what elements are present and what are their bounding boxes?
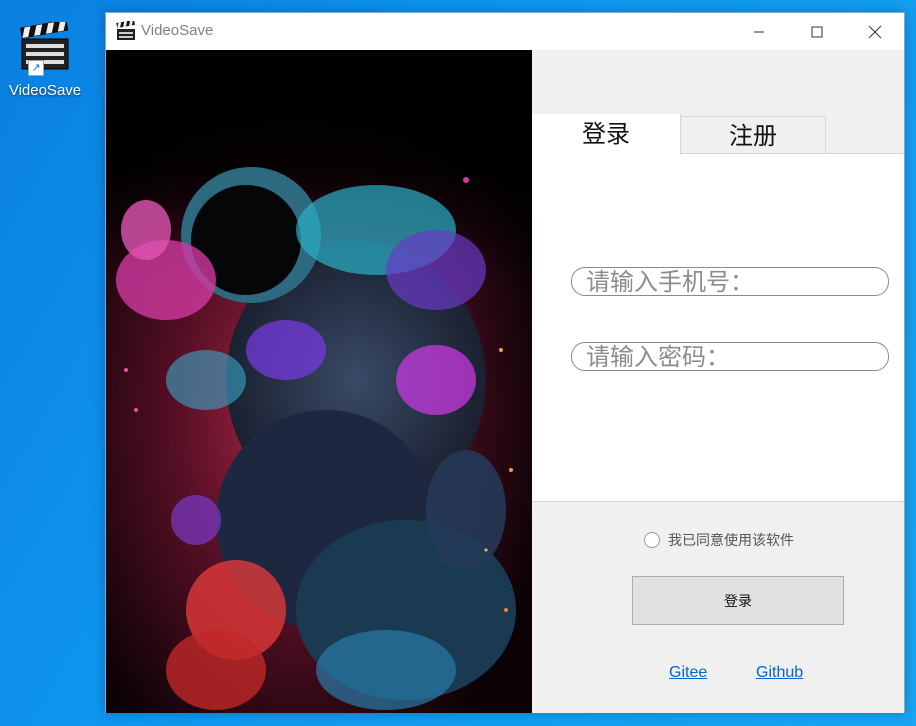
title-bar[interactable]: VideoSave [106, 13, 904, 50]
password-field [571, 342, 889, 371]
tab-bar: 登录 注册 [532, 114, 904, 155]
app-window: VideoSave 登录 注册 请输入手机号： 我已同意使用该软件 登录 Git… [105, 12, 905, 713]
window-title: VideoSave [141, 22, 214, 39]
maximize-icon [811, 26, 823, 37]
minimize-button[interactable] [730, 13, 788, 50]
tab-register[interactable]: 注册 [681, 116, 826, 154]
phone-input[interactable] [572, 268, 888, 295]
astronaut-artwork-image [106, 50, 532, 713]
clapperboard-icon: ↗ [18, 19, 72, 76]
agree-label: 我已同意使用该软件 [668, 533, 794, 549]
app-clapperboard-icon [115, 19, 137, 41]
login-panel: 登录 注册 我已同意使用该软件 登录 Gitee Github [532, 50, 904, 713]
close-button[interactable] [846, 13, 904, 50]
close-icon [868, 25, 882, 38]
tab-login[interactable]: 登录 [532, 114, 681, 155]
login-form [532, 154, 904, 502]
password-input[interactable] [572, 343, 888, 370]
agree-option[interactable]: 我已同意使用该软件 [644, 530, 794, 550]
maximize-button[interactable] [788, 13, 846, 50]
minimize-icon [754, 31, 764, 32]
login-button[interactable]: 登录 [632, 576, 844, 625]
desktop-icon-label: VideoSave [8, 82, 82, 99]
phone-field [571, 267, 889, 296]
gitee-link[interactable]: Gitee [669, 664, 707, 682]
agree-radio[interactable] [644, 532, 660, 548]
desktop-shortcut-videosave[interactable]: ↗ VideoSave [4, 19, 86, 99]
github-link[interactable]: Github [756, 664, 803, 682]
shortcut-arrow-icon: ↗ [28, 60, 44, 76]
